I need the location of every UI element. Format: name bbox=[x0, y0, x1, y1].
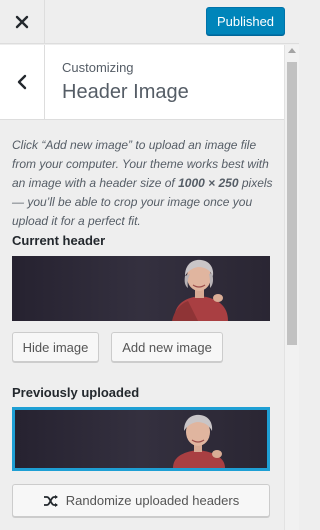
hide-image-button[interactable]: Hide image bbox=[12, 332, 99, 362]
close-button[interactable] bbox=[0, 0, 45, 44]
current-header-image bbox=[12, 256, 270, 321]
scrollbar[interactable] bbox=[284, 45, 299, 530]
chevron-left-icon bbox=[17, 74, 27, 90]
section-header: Customizing Header Image bbox=[0, 45, 284, 120]
uploaded-header-thumbnail bbox=[15, 410, 267, 468]
published-button[interactable]: Published bbox=[206, 7, 285, 35]
randomize-uploaded-headers-button[interactable]: Randomize uploaded headers bbox=[12, 484, 270, 517]
previously-uploaded-item[interactable] bbox=[12, 407, 270, 471]
customizer-top-bar: Published bbox=[0, 0, 299, 44]
randomize-label: Randomize uploaded headers bbox=[65, 493, 240, 508]
header-image-description: Click “Add new image” to upload an image… bbox=[12, 136, 276, 231]
scroll-up-arrow-icon[interactable] bbox=[288, 48, 296, 53]
breadcrumb: Customizing bbox=[62, 60, 134, 75]
description-size: 1000 × 250 bbox=[178, 176, 239, 190]
page-title: Header Image bbox=[62, 81, 189, 103]
header-image-content: Click “Add new image” to upload an image… bbox=[0, 121, 284, 530]
customizer-panel: Published Customizing Header Image Click… bbox=[0, 0, 299, 530]
scrollbar-thumb[interactable] bbox=[287, 62, 297, 345]
back-button[interactable] bbox=[0, 45, 45, 119]
uploaded-header-photo bbox=[15, 410, 267, 468]
header-photo bbox=[12, 256, 270, 321]
previously-uploaded-label: Previously uploaded bbox=[12, 385, 140, 400]
add-new-image-button[interactable]: Add new image bbox=[111, 332, 223, 362]
shuffle-icon bbox=[43, 494, 59, 508]
close-icon bbox=[15, 15, 29, 29]
current-header-label: Current header bbox=[12, 233, 106, 248]
